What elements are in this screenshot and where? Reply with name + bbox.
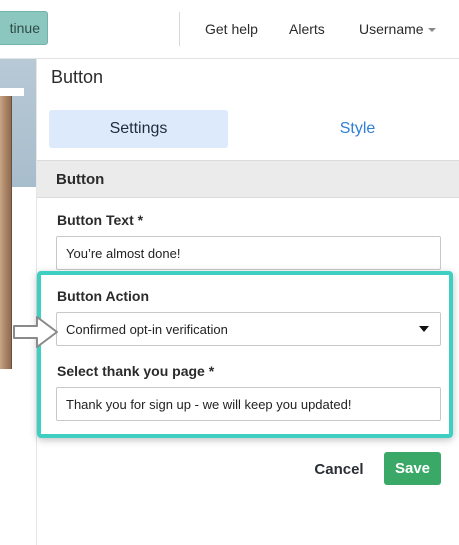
thank-you-page-label-text: Select thank you page (57, 363, 205, 379)
thank-you-page-label: Select thank you page * (57, 363, 214, 379)
preview-photo-frame (0, 88, 24, 96)
top-bar: tinue Get help Alerts Username (0, 0, 459, 59)
required-marker: * (208, 363, 215, 379)
tab-style[interactable]: Style (268, 110, 447, 148)
cancel-button[interactable]: Cancel (303, 452, 375, 486)
username-menu[interactable]: Username (359, 21, 424, 37)
tab-settings[interactable]: Settings (49, 110, 228, 148)
arrow-right-icon (13, 316, 58, 348)
button-action-select[interactable]: Confirmed opt-in verification (56, 312, 441, 346)
section-title: Button (56, 171, 105, 188)
button-action-label: Button Action (57, 288, 150, 304)
thank-you-page-input[interactable]: Thank you for sign up - we will keep you… (56, 387, 441, 421)
button-action-selected-value: Confirmed opt-in verification (66, 321, 228, 337)
button-text-label: Button Text * (57, 212, 143, 228)
save-button[interactable]: Save (384, 452, 441, 485)
section-header: Button (37, 160, 459, 198)
caret-down-icon[interactable] (428, 28, 436, 32)
button-text-label-text: Button Text (57, 212, 134, 228)
panel-title: Button (51, 67, 104, 87)
topbar-divider (179, 12, 180, 46)
alerts-link[interactable]: Alerts (289, 21, 325, 37)
button-text-input[interactable]: You’re almost done! (56, 236, 441, 270)
required-marker: * (137, 212, 144, 228)
continue-button[interactable]: tinue (0, 11, 48, 45)
get-help-link[interactable]: Get help (205, 21, 258, 37)
triangle-down-icon[interactable] (419, 326, 429, 332)
